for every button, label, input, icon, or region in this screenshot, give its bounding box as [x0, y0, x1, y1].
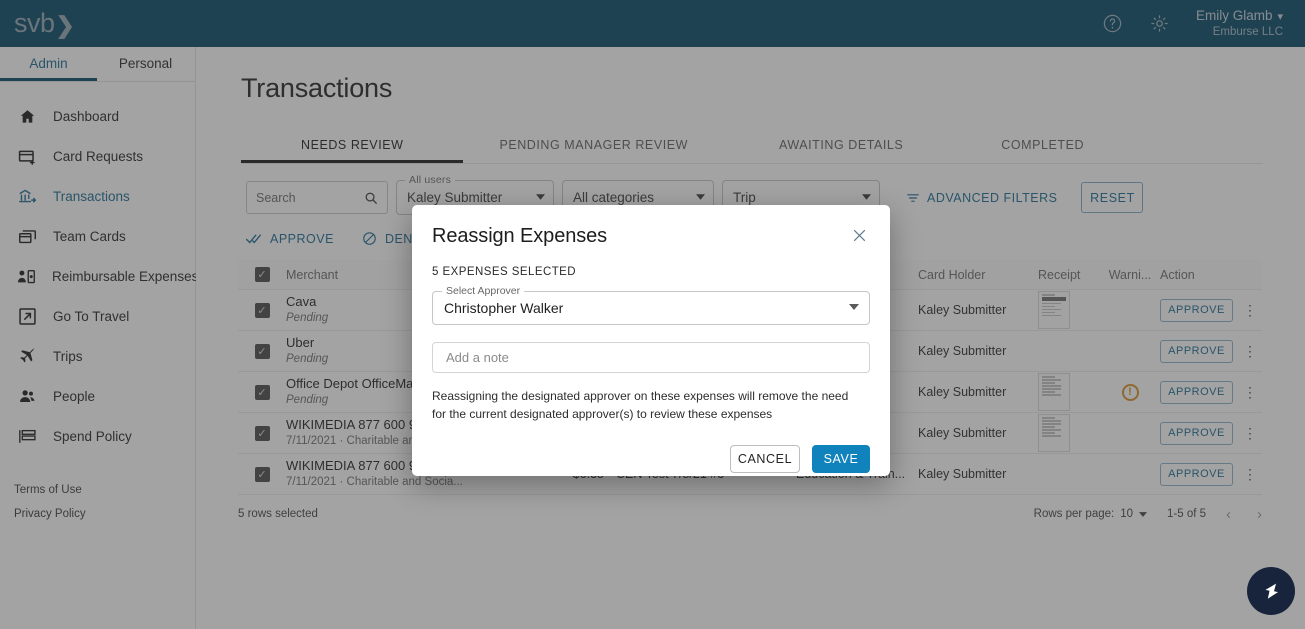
- approver-select-value: Christopher Walker: [444, 300, 564, 316]
- note-field-wrapper[interactable]: [432, 342, 870, 373]
- app-root: svb ❯ Emily Glamb ▾ Emburse LLC Admin Pe…: [0, 0, 1305, 629]
- dialog-actions: CANCEL SAVE: [432, 444, 870, 473]
- chat-launcher-button[interactable]: [1247, 567, 1295, 615]
- dialog-description: Reassigning the designated approver on t…: [432, 389, 849, 421]
- dialog-title: Reassign Expenses: [432, 225, 608, 247]
- cancel-button[interactable]: CANCEL: [730, 444, 800, 473]
- close-icon[interactable]: [851, 225, 870, 244]
- save-button[interactable]: SAVE: [812, 444, 870, 473]
- approver-select[interactable]: Select Approver Christopher Walker: [432, 285, 870, 325]
- selected-expenses-count: 5 EXPENSES SELECTED: [432, 266, 577, 278]
- chat-launcher-icon: [1259, 579, 1283, 603]
- dialog-header: Reassign Expenses: [432, 225, 870, 248]
- note-input[interactable]: [444, 349, 858, 366]
- approver-select-label: Select Approver: [442, 285, 525, 297]
- reassign-expenses-dialog: Reassign Expenses 5 EXPENSES SELECTED Se…: [412, 205, 890, 476]
- chevron-down-icon: [849, 304, 859, 310]
